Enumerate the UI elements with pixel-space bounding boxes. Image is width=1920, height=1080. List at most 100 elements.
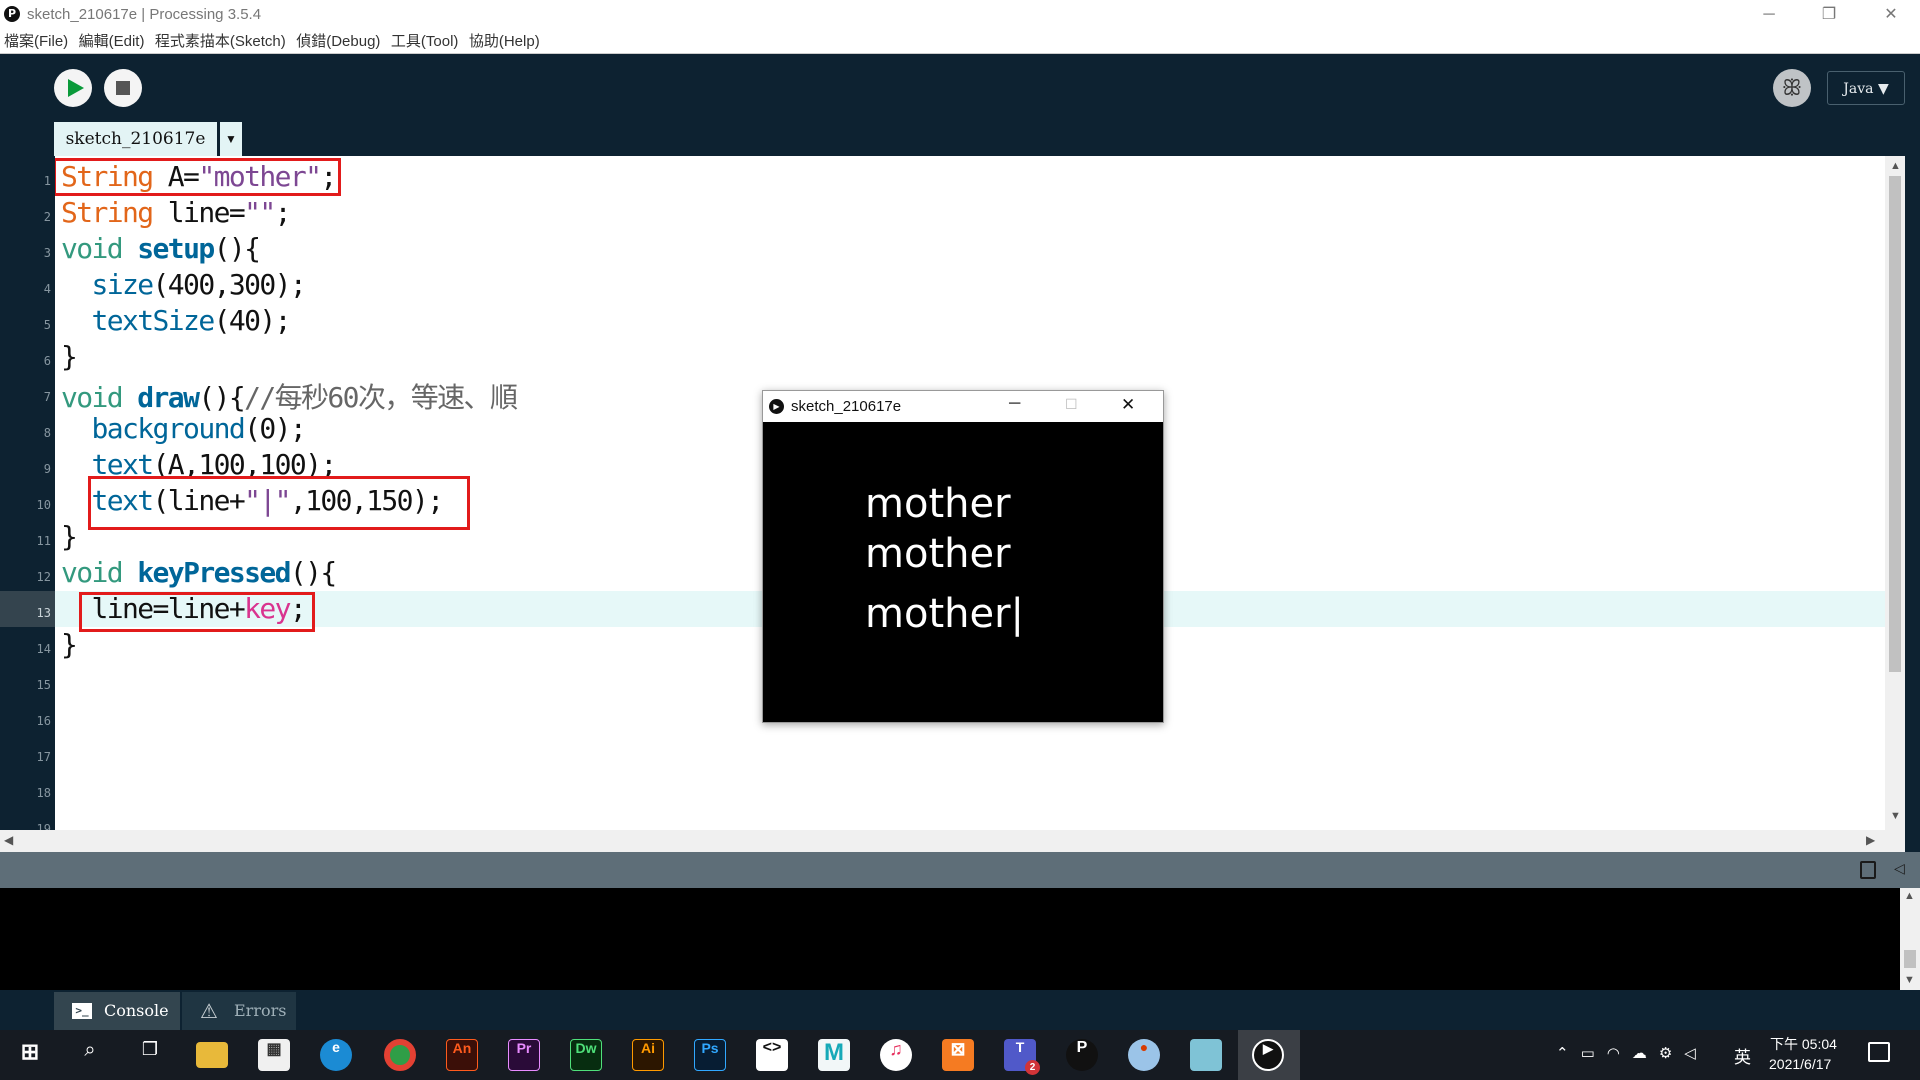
scroll-down-icon[interactable]: ▼ xyxy=(1904,974,1915,986)
windows-start-icon[interactable]: ⊞ xyxy=(14,1039,46,1071)
teams-badge: 2 xyxy=(1025,1060,1040,1075)
highlight-box-line-1 xyxy=(55,158,341,196)
menu-file[interactable]: 檔案(File) xyxy=(4,30,68,54)
tab-errors-label: Errors xyxy=(234,1001,287,1020)
mode-selector[interactable]: Java ▼ xyxy=(1827,71,1905,105)
system-tray-icons[interactable]: ⌃▭◠☁⚙◁ xyxy=(1556,1044,1708,1062)
search-icon[interactable]: ⌕ xyxy=(74,1039,106,1071)
line-number: 5 xyxy=(43,318,51,332)
line-number: 10 xyxy=(36,498,51,512)
line-number: 1 xyxy=(43,174,51,188)
scroll-left-icon[interactable]: ◀ xyxy=(4,833,13,847)
close-icon[interactable]: ✕ xyxy=(1862,0,1920,30)
restore-icon[interactable]: ❐ xyxy=(1800,0,1858,30)
line-number: 17 xyxy=(36,750,51,764)
xampp-icon[interactable]: ⊠ xyxy=(942,1039,974,1071)
close-icon[interactable]: ✕ xyxy=(1121,395,1135,415)
code-line[interactable]: size(400,300); xyxy=(61,268,307,301)
store-icon[interactable]: ▦ xyxy=(258,1039,290,1071)
processing-icon[interactable]: P xyxy=(1066,1039,1098,1071)
menu-debug[interactable]: 偵錯(Debug) xyxy=(296,30,380,54)
menu-edit[interactable]: 編輯(Edit) xyxy=(79,30,145,54)
line-number: 16 xyxy=(36,714,51,728)
line-number: 9 xyxy=(43,462,51,476)
premiere-icon[interactable]: Pr xyxy=(508,1039,540,1071)
running-sketch-icon[interactable]: ▶ xyxy=(1252,1039,1284,1071)
console-divider[interactable]: ◁ xyxy=(0,852,1920,888)
code-line[interactable]: void setup(){ xyxy=(61,232,261,265)
code-line[interactable]: } xyxy=(61,340,78,373)
animate-icon[interactable]: An xyxy=(446,1039,478,1071)
line-number: 8 xyxy=(43,426,51,440)
edge-icon[interactable]: e xyxy=(320,1039,352,1071)
sketch-canvas[interactable]: mother mother mother| xyxy=(763,422,1163,722)
warning-icon: ⚠ xyxy=(200,999,218,1023)
console-scrollbar[interactable]: ▲ ▼ xyxy=(1900,888,1920,990)
console-output xyxy=(0,888,1900,990)
chrome-icon[interactable] xyxy=(384,1039,416,1071)
code-line[interactable]: String line=""; xyxy=(61,196,291,229)
code-line[interactable]: } xyxy=(61,520,78,553)
line-number: 18 xyxy=(36,786,51,800)
code-icon[interactable]: <> xyxy=(756,1039,788,1071)
butterfly-debug-icon: ꕥ xyxy=(1781,75,1803,100)
code-line[interactable]: textSize(40); xyxy=(61,304,292,337)
tab-errors[interactable]: ⚠ Errors xyxy=(182,992,296,1030)
teams-icon[interactable]: T2 xyxy=(1004,1039,1040,1075)
collapse-console-icon[interactable]: ◁ xyxy=(1894,860,1905,877)
highlight-box-line-13 xyxy=(79,592,315,632)
minimize-icon[interactable]: ─ xyxy=(1009,395,1020,413)
debug-button[interactable]: ꕥ xyxy=(1773,69,1811,107)
line-number-gutter: 1 2 3 4 5 6 7 8 9 10 11 12 13 14 15 16 1… xyxy=(0,156,55,836)
line-number: 7 xyxy=(43,390,51,404)
minimize-icon[interactable]: ─ xyxy=(1740,0,1798,30)
sketch-text-line: mother xyxy=(865,531,1011,577)
scrollbar-thumb[interactable] xyxy=(1889,176,1901,672)
line-number: 15 xyxy=(36,678,51,692)
sketch-window-titlebar[interactable]: ▶ sketch_210617e ─ ☐ ✕ xyxy=(763,391,1163,422)
sketch-output-window[interactable]: ▶ sketch_210617e ─ ☐ ✕ mother mother mot… xyxy=(762,390,1164,723)
menu-tool[interactable]: 工具(Tool) xyxy=(391,30,459,54)
scroll-down-icon[interactable]: ▼ xyxy=(1890,810,1901,822)
line-number: 2 xyxy=(43,210,51,224)
scroll-up-icon[interactable]: ▲ xyxy=(1890,160,1901,172)
copy-console-icon[interactable] xyxy=(1860,861,1876,879)
clock-date[interactable]: 2021/6/17 xyxy=(1769,1056,1831,1072)
editor-horizontal-scrollbar[interactable]: ◀ ▶ xyxy=(0,830,1905,852)
maximize-icon: ☐ xyxy=(1065,396,1078,412)
illustrator-icon[interactable]: Ai xyxy=(632,1039,664,1071)
code-line[interactable]: void keyPressed(){ xyxy=(61,556,337,589)
scroll-right-icon[interactable]: ▶ xyxy=(1866,833,1875,847)
stop-button[interactable] xyxy=(104,69,142,107)
run-button[interactable] xyxy=(54,69,92,107)
file-explorer-icon[interactable] xyxy=(196,1042,228,1068)
dreamweaver-icon[interactable]: Dw xyxy=(570,1039,602,1071)
tab-strip: sketch_210617e ▼ xyxy=(0,120,1920,156)
title-bar: P sketch_210617e | Processing 3.5.4 ─ ❐ … xyxy=(0,0,1920,30)
code-line[interactable]: void draw(){//每秒60次，等速、順 xyxy=(61,376,518,416)
itunes-icon[interactable]: ♫ xyxy=(880,1039,912,1071)
line-number-current: 13 xyxy=(36,606,51,620)
maya-icon[interactable]: M xyxy=(818,1039,850,1071)
editor-vertical-scrollbar[interactable]: ▲ ▼ xyxy=(1885,156,1905,830)
code-line[interactable]: } xyxy=(61,628,78,661)
line-number: 3 xyxy=(43,246,51,260)
scroll-up-icon[interactable]: ▲ xyxy=(1904,890,1915,902)
notepad-icon[interactable] xyxy=(1190,1039,1222,1071)
toolbar: ꕥ Java ▼ xyxy=(0,54,1920,120)
code-line[interactable]: background(0); xyxy=(61,412,307,445)
console-tab-bar: >_ Console ⚠ Errors xyxy=(0,990,1920,1030)
menu-help[interactable]: 協助(Help) xyxy=(469,30,540,54)
menu-sketch[interactable]: 程式素描本(Sketch) xyxy=(155,30,286,54)
tab-menu-button[interactable]: ▼ xyxy=(220,122,242,156)
photoshop-icon[interactable]: Ps xyxy=(694,1039,726,1071)
clock-time[interactable]: 下午 05:04 xyxy=(1770,1034,1837,1054)
tab-console-label: Console xyxy=(104,1001,169,1020)
notification-icon[interactable] xyxy=(1868,1042,1890,1062)
ime-indicator[interactable]: 英 xyxy=(1734,1043,1751,1068)
tab-sketch[interactable]: sketch_210617e xyxy=(54,122,217,156)
scrollbar-thumb[interactable] xyxy=(1904,950,1916,968)
paint-icon[interactable]: ● xyxy=(1128,1039,1160,1071)
task-view-icon[interactable]: ❐ xyxy=(134,1039,166,1071)
tab-console[interactable]: >_ Console xyxy=(54,992,180,1030)
